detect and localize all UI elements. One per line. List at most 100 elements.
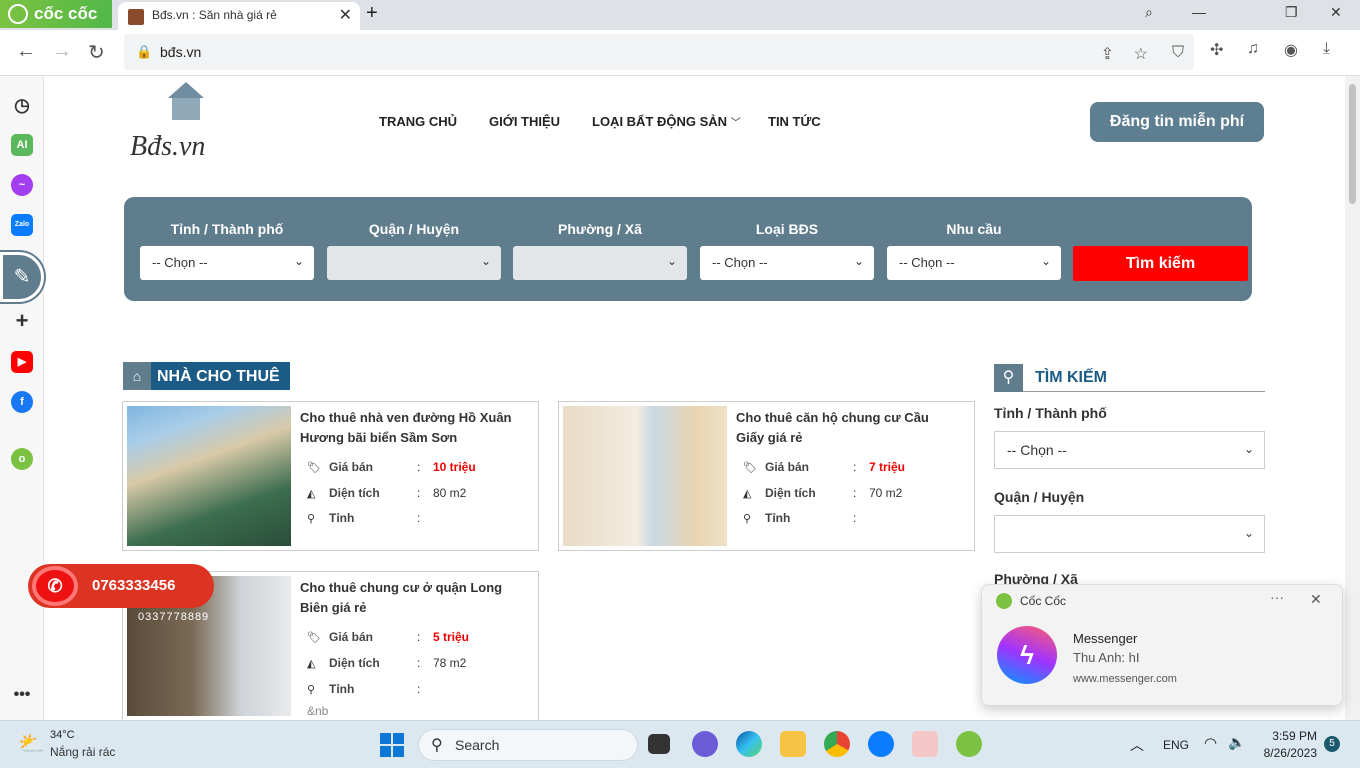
chrome-icon[interactable] [824, 731, 850, 757]
close-window-button[interactable]: ✕ [1330, 4, 1342, 21]
tab-active[interactable]: Bđs.vn : Săn nhà giá rẻ ✕ [118, 2, 360, 30]
reload-button[interactable]: ↻ [88, 40, 105, 65]
colon: : [417, 511, 421, 525]
colon: : [853, 511, 857, 525]
media-icon[interactable]: ♫ [1247, 40, 1259, 58]
more-icon[interactable]: ••• [11, 684, 33, 706]
windows-start-icon[interactable] [380, 733, 404, 757]
listing-card[interactable]: Cho thuê nhà ven đường Hồ Xuân Hương bãi… [122, 401, 539, 551]
favicon-icon [128, 9, 144, 25]
listing-excerpt: &nb [307, 704, 329, 718]
youtube-icon[interactable]: ▶ [11, 351, 33, 373]
browser-menu-button[interactable]: cốc cốc [0, 0, 112, 28]
file-explorer-icon[interactable] [780, 731, 806, 757]
history-icon[interactable]: ◷ [11, 94, 33, 116]
notification-app: Cốc Cốc [1020, 594, 1067, 608]
address-bar[interactable]: 🔒 bđs.vn ⇪ ☆ ⛉ [124, 34, 1194, 70]
minimize-button[interactable]: — [1192, 4, 1206, 20]
language-indicator[interactable]: ENG [1163, 738, 1189, 752]
close-tab-icon[interactable]: ✕ [339, 5, 352, 25]
bookmark-star-icon[interactable]: ☆ [1134, 44, 1148, 64]
app-icon[interactable] [912, 731, 938, 757]
chevron-up-icon[interactable]: ︿ [1130, 735, 1144, 755]
edge-icon[interactable] [736, 731, 762, 757]
new-tab-button[interactable]: + [366, 2, 378, 25]
price-label: Giá bán [329, 630, 374, 644]
area-value: 70 m2 [869, 486, 903, 500]
ward-select[interactable]: ⌄ [513, 246, 687, 280]
notification-toast[interactable]: Cốc Cốc ··· ✕ ϟ Messenger Thu Anh: hI ww… [981, 584, 1343, 706]
add-icon[interactable]: + [11, 310, 33, 332]
task-view-icon[interactable] [648, 734, 670, 754]
chevron-down-icon: ⌄ [1040, 254, 1051, 268]
ai-icon[interactable]: AI [11, 134, 33, 156]
search-tabs-icon[interactable]: ⌕ [1145, 4, 1153, 21]
close-notification-icon[interactable]: ✕ [1310, 591, 1322, 608]
listing-image[interactable] [563, 406, 727, 546]
sidebar-label-district: Quận / Huyện [994, 489, 1085, 505]
hotline-button[interactable]: ✆ 0763333456 [28, 564, 214, 608]
forward-button[interactable]: → [52, 40, 72, 63]
clock-date[interactable]: 8/26/2023 [1254, 746, 1317, 760]
messenger-icon[interactable]: ~ [11, 174, 33, 196]
listing-card[interactable]: Cho thuê căn hộ chung cư Cầu Giấy giá rẻ… [558, 401, 975, 551]
back-button[interactable]: ← [16, 40, 36, 63]
coccoc-icon[interactable] [956, 731, 982, 757]
area-value: 78 m2 [433, 656, 467, 670]
tab-strip: cốc cốc Bđs.vn : Săn nhà giá rẻ ✕ + ⌕ — ❐… [0, 0, 1360, 30]
price-value: 7 triệu [869, 460, 906, 474]
brand-label: cốc cốc [34, 4, 98, 23]
share-icon[interactable]: ⇪ [1101, 44, 1114, 64]
profile-icon[interactable]: ◉ [1284, 40, 1298, 60]
clock-time[interactable]: 3:59 PM [1262, 729, 1317, 743]
province-label: Tỉnh [765, 511, 791, 525]
colon: : [853, 460, 857, 474]
chevron-down-icon: ⌄ [666, 254, 677, 268]
search-panel: Tỉnh / Thành phố Quận / Huyện Phường / X… [124, 197, 1252, 301]
weather-desc[interactable]: Nắng rải rác [50, 745, 115, 759]
search-button[interactable]: Tìm kiếm [1073, 246, 1248, 281]
hotline-secondary[interactable]: 0337778889 [138, 611, 209, 623]
listing-title[interactable]: Cho thuê căn hộ chung cư Cầu Giấy giá rẻ [736, 408, 956, 448]
weather-temp[interactable]: 34°C [50, 729, 75, 741]
site-logo[interactable]: Bđs.vn [130, 131, 205, 163]
sidebar-district-select[interactable]: ⌄ [994, 515, 1265, 553]
label-province: Tỉnh / Thành phố [170, 221, 284, 237]
menu-news[interactable]: TIN TỨC [768, 114, 821, 129]
taskbar: ⛅ 34°C Nắng rải rác ⚲ Search ︿ ENG ◠ 🔈 3:… [0, 720, 1360, 768]
zalo-icon[interactable]: Zalo [11, 214, 33, 236]
menu-property-types[interactable]: LOẠI BẤT ĐỘNG SẢN ﹀ [592, 114, 741, 129]
type-select[interactable]: -- Chọn -- ⌄ [700, 246, 874, 280]
map-pin-icon: ⚲ [307, 513, 316, 525]
volume-icon[interactable]: 🔈 [1228, 734, 1245, 751]
menu-home[interactable]: TRANG CHỦ [379, 114, 457, 129]
tag-icon: 🏷 [307, 632, 321, 644]
need-select[interactable]: -- Chọn -- ⌄ [887, 246, 1061, 280]
more-options-icon[interactable]: ··· [1270, 589, 1284, 605]
taskbar-search[interactable]: ⚲ Search [418, 729, 638, 761]
listing-image[interactable] [127, 406, 291, 546]
sidebar-province-select[interactable]: -- Chọn -- ⌄ [994, 431, 1265, 469]
province-select[interactable]: -- Chọn -- ⌄ [140, 246, 314, 280]
download-icon[interactable]: ⤓ [1323, 40, 1330, 58]
scrollbar-thumb[interactable] [1349, 84, 1356, 204]
wifi-icon[interactable]: ◠ [1204, 734, 1217, 752]
coccoc-icon[interactable]: o [11, 448, 33, 470]
post-free-button[interactable]: Đăng tin miễn phí [1090, 102, 1264, 142]
notification-title: Messenger [1073, 631, 1138, 646]
page-scrollbar[interactable] [1345, 76, 1360, 720]
menu-about[interactable]: GIỚI THIỆU [489, 114, 560, 129]
area-value: 80 m2 [433, 486, 467, 500]
notification-message: Thu Anh: hI [1073, 650, 1140, 665]
facebook-icon[interactable]: f [11, 391, 33, 413]
notification-badge[interactable]: 5 [1324, 736, 1340, 752]
listing-title[interactable]: Cho thuê chung cư ở quận Long Biên giá r… [300, 578, 520, 618]
zalo-icon[interactable] [868, 731, 894, 757]
district-select[interactable]: ⌄ [327, 246, 501, 280]
shield-icon[interactable]: ⛉ [1172, 44, 1184, 62]
logo-icon [168, 82, 204, 98]
teams-chat-icon[interactable] [692, 731, 718, 757]
listing-title[interactable]: Cho thuê nhà ven đường Hồ Xuân Hương bãi… [300, 408, 520, 448]
extensions-icon[interactable]: ✣ [1210, 40, 1223, 60]
restore-button[interactable]: ❐ [1285, 4, 1298, 21]
